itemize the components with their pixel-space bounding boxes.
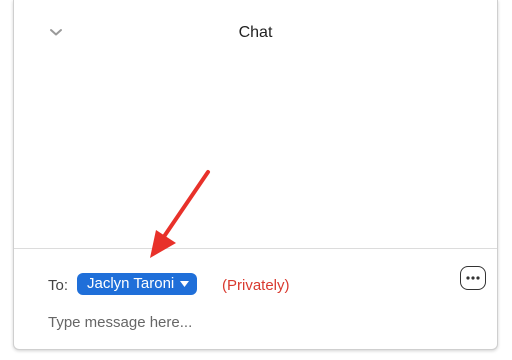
recipient-name: Jaclyn Taroni — [87, 275, 175, 292]
chat-header: Chat — [14, 0, 497, 62]
caret-down-icon — [180, 281, 190, 287]
message-input[interactable] — [48, 310, 468, 334]
recipient-dropdown[interactable]: Jaclyn Taroni — [77, 273, 198, 295]
privacy-note: (Privately) — [222, 277, 290, 294]
to-label: To: — [48, 277, 69, 294]
chat-panel: Chat To: Jaclyn Taroni (Privately) — [13, 0, 498, 350]
more-options-button[interactable] — [460, 266, 486, 290]
chat-title: Chat — [238, 24, 273, 41]
message-area — [14, 62, 497, 248]
ellipsis-icon — [466, 276, 480, 280]
divider — [14, 248, 497, 249]
recipient-row: To: Jaclyn Taroni (Privately) — [14, 266, 497, 298]
